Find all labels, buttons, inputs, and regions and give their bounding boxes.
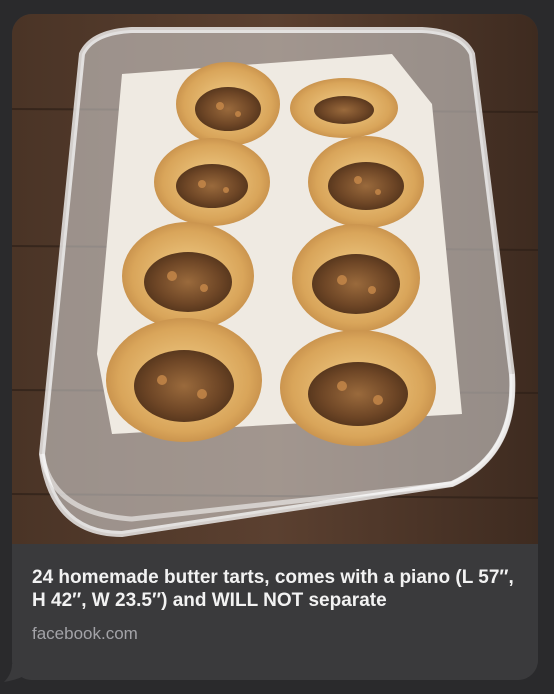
- link-preview-caption[interactable]: 24 homemade butter tarts, comes with a p…: [12, 544, 538, 680]
- link-preview-bubble[interactable]: 24 homemade butter tarts, comes with a p…: [12, 14, 538, 680]
- link-title[interactable]: 24 homemade butter tarts, comes with a p…: [32, 566, 518, 612]
- bubble-tail-icon: [4, 664, 24, 682]
- link-domain: facebook.com: [32, 624, 138, 643]
- butter-tarts-photo: [12, 14, 538, 544]
